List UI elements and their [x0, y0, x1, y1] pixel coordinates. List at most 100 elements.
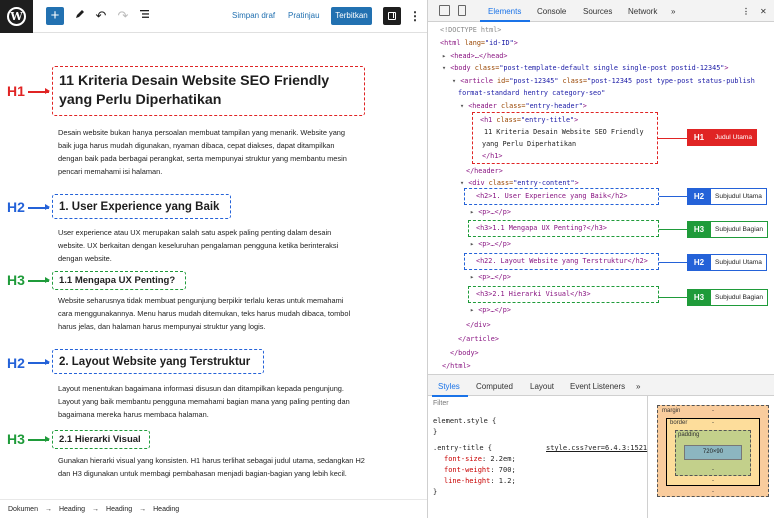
dom-tree: <!DOCTYPE html> <html lang="id-ID"> ▸ <h… [428, 22, 774, 374]
css-property[interactable]: line-height: 1.2; [444, 477, 516, 485]
h3-arrow [28, 277, 50, 283]
tab-sources[interactable]: Sources [583, 7, 612, 16]
rule-close-brace: } [433, 428, 438, 436]
stylesheet-source-link[interactable]: style.css?ver=6.4.3:1521 [546, 444, 647, 452]
heading-h2-layout[interactable]: 2. Layout Website yang Terstruktur [52, 349, 264, 374]
dom-doctype: <!DOCTYPE html> [440, 26, 502, 34]
breadcrumb-item[interactable]: Heading [153, 506, 179, 513]
box-model-padding: padding - 720×90 [675, 430, 751, 476]
breadcrumb-item[interactable]: Dokumen [8, 506, 38, 513]
dom-html-open[interactable]: <html lang="id-ID"> [440, 39, 518, 47]
h3-connector [659, 229, 688, 230]
breadcrumb-separator: → [44, 505, 52, 513]
publish-button[interactable]: Terbitkan [331, 7, 372, 25]
list-view-icon[interactable] [137, 8, 153, 24]
breadcrumb-item[interactable]: Heading [59, 506, 85, 513]
dom-html-close: </html> [442, 362, 471, 370]
dom-article-open[interactable]: ▾ <article id="post-12345" class="post-1… [452, 77, 755, 85]
css-property[interactable]: font-weight: 700; [444, 466, 516, 474]
breadcrumb: Dokumen → Heading → Heading → Heading [0, 499, 427, 518]
tab-elements[interactable]: Elements [488, 7, 521, 16]
box-model-padding-value: - [712, 467, 714, 473]
styles-tab-bar: Styles Computed Layout Event Listeners » [428, 374, 774, 397]
block-editor: W + ↶ ↷ Simpan draf Pratinjau Terbitkan … [0, 0, 427, 518]
label-subjudul-bagian: H3 Subjudul Bagian [687, 289, 769, 306]
dom-div-open[interactable]: ▾ <div class="entry-content"> [460, 179, 579, 187]
dom-h3-hierarki[interactable]: <h3>2.1 Hierarki Visual</h3> [476, 290, 591, 298]
settings-panel-icon[interactable] [383, 7, 401, 25]
h2-arrow [28, 204, 50, 210]
box-model-margin-value: - [712, 408, 714, 414]
dom-h1-open[interactable]: <h1 class="entry-title"> [480, 116, 578, 124]
heading-h3-hierarki-text: 2.1 Hierarki Visual [59, 434, 141, 445]
tab-computed[interactable]: Computed [476, 382, 513, 391]
tab-event-listeners[interactable]: Event Listeners [570, 382, 625, 391]
dom-p-collapsed[interactable]: ▸ <p>…</p> [470, 273, 511, 281]
kebab-menu-icon[interactable]: ⋮ [742, 7, 750, 16]
pencil-icon[interactable] [72, 8, 88, 24]
more-tabs-icon[interactable]: » [671, 7, 675, 16]
heading-h2-ux-text: 1. User Experience yang Baik [59, 200, 220, 213]
h3-arrow [28, 436, 50, 442]
editor-toolbar: W + ↶ ↷ Simpan draf Pratinjau Terbitkan … [0, 0, 427, 33]
breadcrumb-separator: → [139, 505, 147, 513]
wordpress-logo-icon[interactable]: W [0, 0, 33, 33]
dom-body-open[interactable]: ▾ <body class="post-template-default sin… [442, 64, 728, 72]
redo-icon[interactable]: ↷ [115, 8, 131, 24]
tab-network[interactable]: Network [628, 7, 657, 16]
dom-h1-text-1: 11 Kriteria Desain Website SEO Friendly [484, 128, 644, 136]
screen: W + ↶ ↷ Simpan draf Pratinjau Terbitkan … [0, 0, 774, 518]
dom-p-collapsed[interactable]: ▸ <p>…</p> [470, 240, 511, 248]
dom-div-close: </div> [466, 321, 491, 329]
breadcrumb-item[interactable]: Heading [106, 506, 132, 513]
paragraph-ux[interactable]: User experience atau UX merupakan salah … [58, 226, 358, 265]
heading-h3-hierarki[interactable]: 2.1 Hierarki Visual [52, 430, 150, 449]
inspect-icon[interactable] [439, 5, 450, 16]
dom-h2-ux[interactable]: <h2>1. User Experience yang Baik</h2> [476, 192, 627, 200]
css-property[interactable]: font-size: 2.2em; [444, 455, 516, 463]
save-draft-button[interactable]: Simpan draf [232, 11, 275, 20]
tab-styles[interactable]: Styles [438, 382, 460, 391]
paragraph-hierarki[interactable]: Gunakan hierarki visual yang konsisten. … [58, 454, 370, 480]
dom-article-class-cont: format-standard hentry category-seo" [458, 89, 606, 97]
close-icon[interactable]: ✕ [760, 7, 767, 16]
plus-icon[interactable]: + [46, 7, 64, 25]
heading-h3-ux-penting[interactable]: 1.1 Mengapa UX Penting? [52, 271, 186, 290]
paragraph-ux-penting[interactable]: Website seharusnya tidak membuat pengunj… [58, 294, 358, 333]
box-model-border: border - - padding - 720×90 [666, 418, 760, 486]
dom-h1-text-2: yang Perlu Diperhatikan [482, 140, 577, 148]
label-judul-utama: H1 Judul Utama [687, 129, 758, 146]
dom-p-collapsed[interactable]: ▸ <p>…</p> [470, 306, 511, 314]
dom-article-close: </article> [458, 335, 499, 343]
dom-h2-layout[interactable]: <h22. Layout Website yang Terstruktur</h… [476, 257, 648, 265]
undo-icon[interactable]: ↶ [93, 8, 109, 24]
paragraph-intro[interactable]: Desain website bukan hanya persoalan mem… [58, 126, 358, 178]
dom-body-close: </body> [450, 349, 479, 357]
more-tabs-icon[interactable]: » [636, 382, 640, 391]
tab-layout[interactable]: Layout [530, 382, 554, 391]
post-title-h1[interactable]: 11 Kriteria Desain Website SEO Friendly … [52, 66, 365, 116]
dom-p-collapsed[interactable]: ▸ <p>…</p> [470, 208, 511, 216]
label-subjudul-utama: H2 Subjudul Utama [687, 254, 767, 271]
box-model-diagram: margin - - border - - padding - 720×90 [657, 405, 769, 497]
tab-console[interactable]: Console [537, 7, 566, 16]
box-model-margin-value: - [712, 489, 714, 495]
dom-head[interactable]: ▸ <head>…</head> [442, 52, 507, 60]
device-toggle-icon[interactable] [458, 5, 466, 16]
rule-close-brace: } [433, 488, 438, 496]
heading-h3-ux-penting-text: 1.1 Mengapa UX Penting? [59, 275, 176, 286]
dom-header-open[interactable]: ▾ <header class="entry-header"> [460, 102, 587, 110]
paragraph-layout[interactable]: Layout menentukan bagaimana informasi di… [58, 382, 358, 421]
box-model-border-value: - [712, 420, 714, 426]
heading-h2-ux[interactable]: 1. User Experience yang Baik [52, 194, 231, 219]
h2-connector [659, 262, 688, 263]
kebab-menu-icon[interactable]: ⋮ [409, 9, 421, 23]
label-subjudul-utama: H2 Subjudul Utama [687, 188, 767, 205]
dom-h3-ux[interactable]: <h3>1.1 Mengapa UX Penting?</h3> [476, 224, 607, 232]
preview-button[interactable]: Pratinjau [288, 11, 320, 20]
entry-title-selector: .entry-title { [433, 444, 493, 452]
styles-filter-input[interactable]: Filter [433, 400, 449, 407]
h2-tag-label: H2 [7, 199, 25, 215]
post-title-text: 11 Kriteria Desain Website SEO Friendly … [59, 73, 330, 108]
h1-connector [658, 138, 688, 139]
